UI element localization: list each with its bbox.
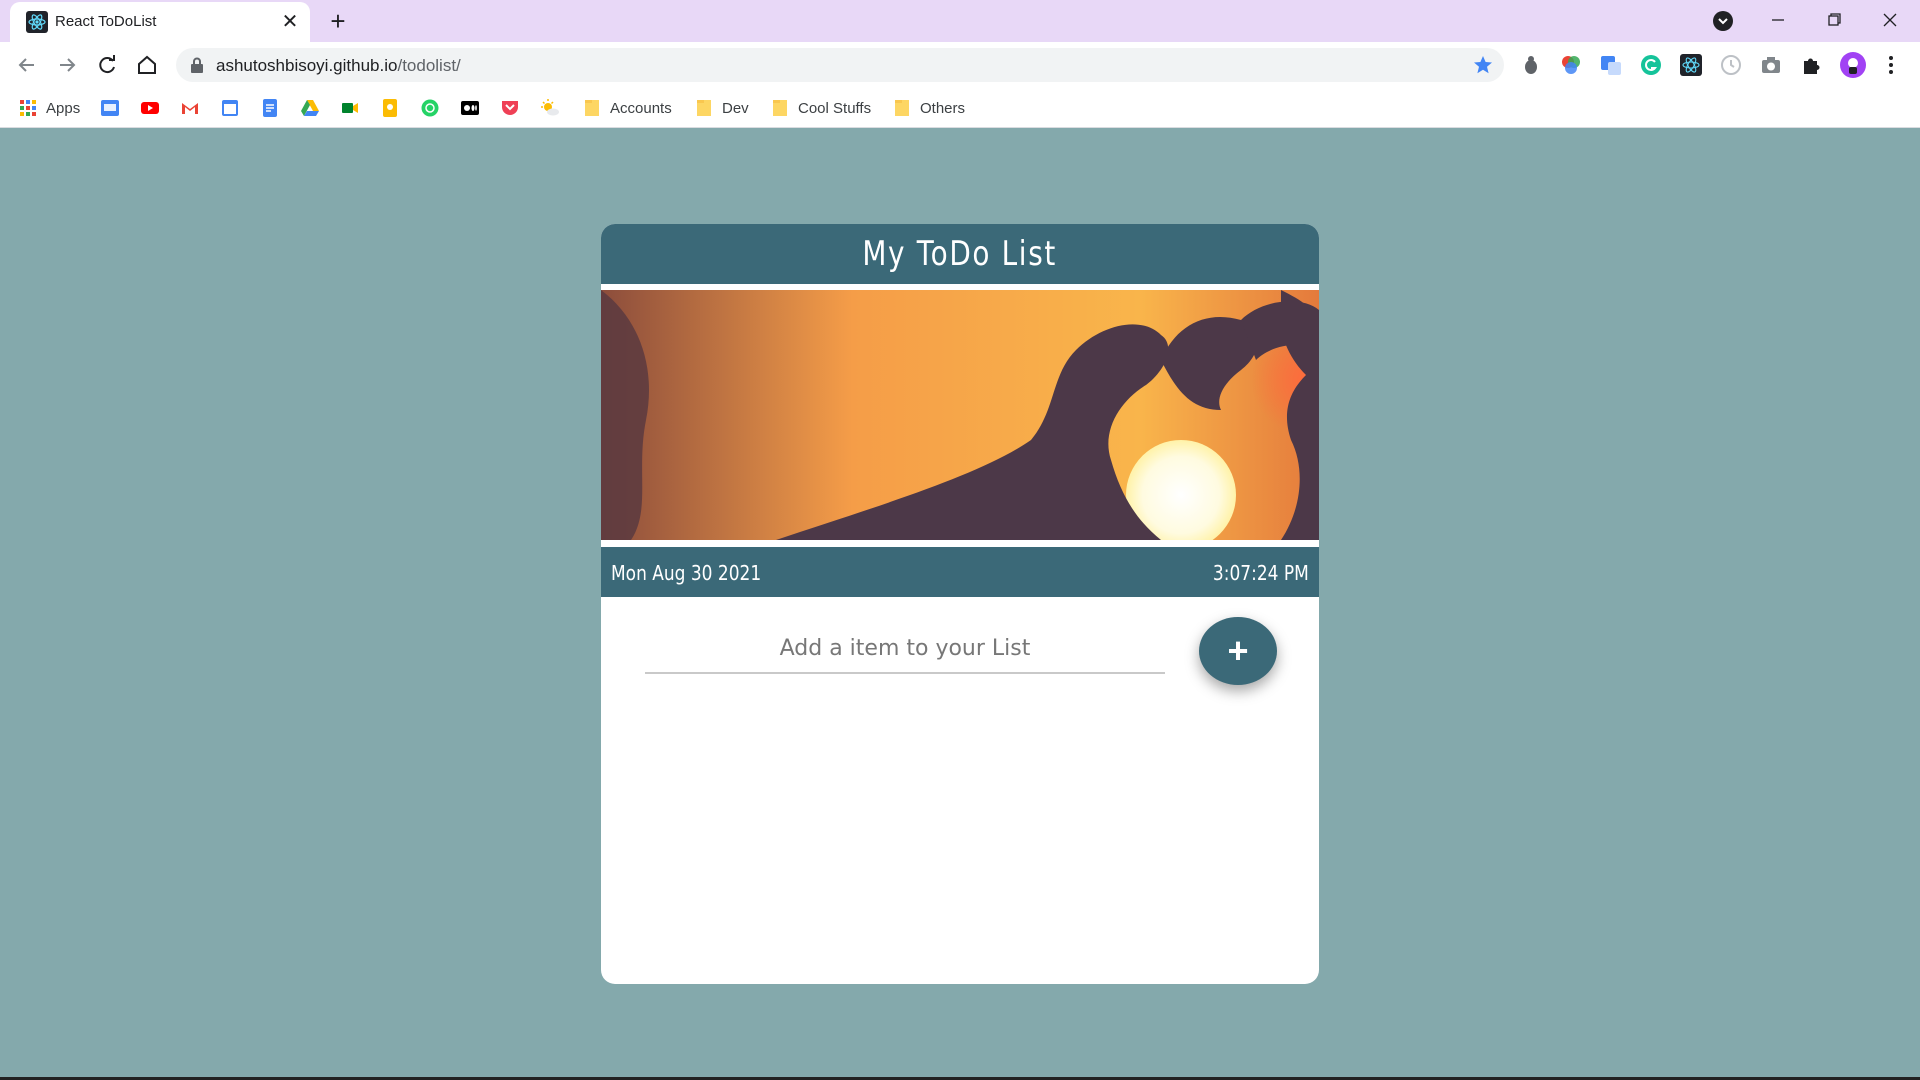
tab-search-icon[interactable] (1712, 10, 1734, 32)
add-item-input[interactable] (645, 624, 1165, 674)
google-docs-icon[interactable] (260, 98, 280, 118)
folder-icon (697, 100, 711, 116)
restore-icon[interactable] (1814, 6, 1854, 36)
plus-icon: + (1227, 630, 1249, 671)
close-tab-icon[interactable]: ✕ (278, 10, 302, 34)
bookmark-folder-dev[interactable]: Dev (694, 97, 749, 119)
current-date: Mon Aug 30 2021 (611, 561, 762, 585)
timer-extension-icon[interactable] (1720, 54, 1742, 76)
profile-avatar-icon[interactable] (1840, 52, 1866, 78)
url-host: ashutoshbisoyi.github.io (216, 56, 398, 75)
new-tab-button[interactable]: + (324, 8, 352, 36)
card-header: My ToDo List (601, 224, 1319, 284)
google-meet-icon[interactable] (340, 98, 360, 118)
extensions-puzzle-icon[interactable] (1800, 54, 1822, 76)
bookmark-label: Accounts (610, 99, 672, 117)
bookmark-folder-accounts[interactable]: Accounts (582, 97, 672, 119)
home-icon[interactable] (134, 52, 160, 78)
sunset-hands-hero-image (601, 290, 1319, 540)
bookmark-folder-cool-stuffs[interactable]: Cool Stuffs (770, 97, 871, 119)
react-devtools-extension-icon[interactable] (1680, 54, 1702, 76)
gmail-icon[interactable] (180, 98, 200, 118)
camera-extension-icon[interactable] (1760, 54, 1782, 76)
forward-arrow-icon[interactable] (54, 52, 80, 78)
browser-toolbar: ashutoshbisoyi.github.io/todolist/ (0, 42, 1920, 88)
more-menu-icon[interactable] (1880, 54, 1902, 76)
folder-icon (773, 100, 787, 116)
browser-tab[interactable]: React ToDoList ✕ (10, 2, 310, 42)
current-time: 3:07:24 PM (1213, 561, 1309, 585)
bug-extension-icon[interactable] (1520, 54, 1542, 76)
date-time-bar: Mon Aug 30 2021 3:07:24 PM (601, 547, 1319, 597)
tab-title: React ToDoList (55, 13, 157, 30)
google-keep-icon[interactable] (380, 98, 400, 118)
bookmark-apps[interactable]: Apps (18, 97, 80, 119)
google-drive-icon[interactable] (300, 98, 320, 118)
todo-list (645, 704, 1275, 964)
bookmark-label: Dev (722, 99, 749, 117)
add-item-button[interactable]: + (1199, 617, 1277, 685)
folder-icon (585, 100, 599, 116)
apps-grid-icon (20, 100, 36, 116)
browser-tab-strip: React ToDoList ✕ + (0, 0, 1920, 42)
translate-extension-icon[interactable] (1600, 54, 1622, 76)
url-text: ashutoshbisoyi.github.io/todolist/ (216, 56, 461, 76)
minimize-icon[interactable] (1758, 6, 1798, 36)
back-arrow-icon[interactable] (14, 52, 40, 78)
color-picker-extension-icon[interactable] (1560, 54, 1582, 76)
pocket-icon[interactable] (500, 98, 520, 118)
todo-card: My ToDo List Mon Aug 30 2021 3:07:24 PM … (601, 224, 1319, 984)
folder-icon (895, 100, 909, 116)
lock-icon[interactable] (190, 57, 204, 73)
reload-icon[interactable] (94, 52, 120, 78)
whatsapp-icon[interactable] (420, 98, 440, 118)
bookmark-label: Apps (46, 99, 81, 117)
google-classroom-icon[interactable] (100, 98, 120, 118)
bookmark-folder-others[interactable]: Others (892, 97, 965, 119)
bookmark-label: Cool Stuffs (798, 99, 872, 117)
close-window-icon[interactable] (1870, 6, 1910, 36)
bookmark-label: Others (920, 99, 966, 117)
medium-icon[interactable] (460, 98, 480, 118)
bookmark-star-icon[interactable] (1472, 54, 1494, 76)
weather-sun-icon[interactable] (540, 98, 560, 118)
youtube-icon[interactable] (140, 98, 160, 118)
google-calendar-icon[interactable] (220, 98, 240, 118)
url-path: /todolist/ (397, 56, 461, 75)
page-title: My ToDo List (862, 234, 1058, 274)
bookmarks-bar: Apps Accounts Dev Cool Stuffs Others (0, 88, 1920, 128)
address-bar[interactable]: ashutoshbisoyi.github.io/todolist/ (176, 48, 1504, 82)
grammarly-extension-icon[interactable] (1640, 54, 1662, 76)
react-logo-icon (26, 11, 48, 33)
